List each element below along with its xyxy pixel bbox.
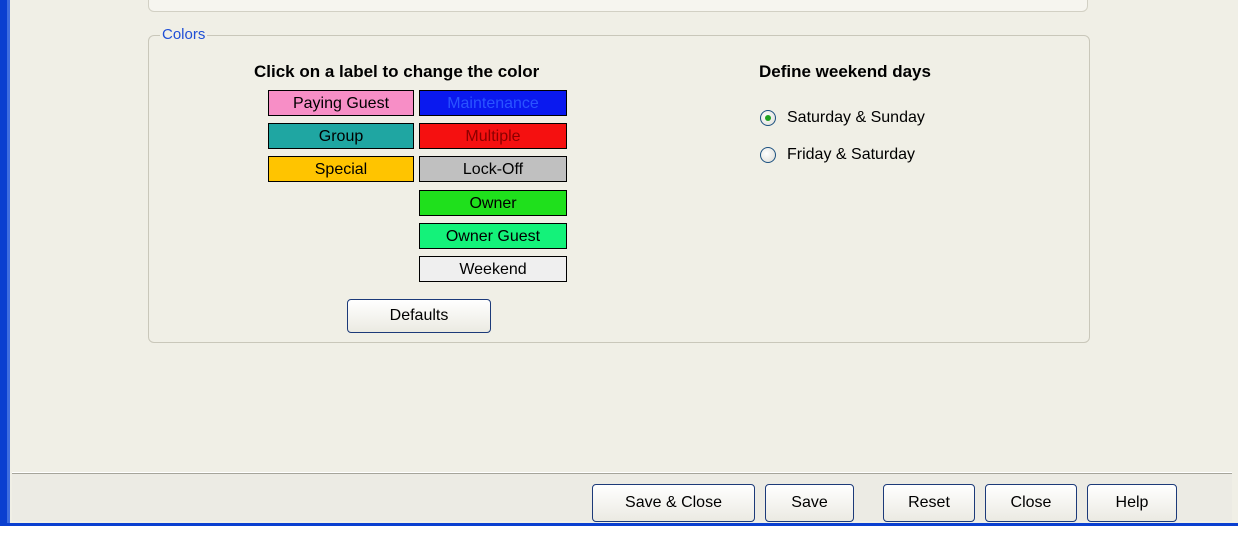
weekend-option-saturday-sunday[interactable]: Saturday & Sunday (760, 109, 925, 127)
window-border-right (1238, 0, 1251, 541)
weekend-option-label: Saturday & Sunday (787, 109, 925, 126)
radio-selected-icon[interactable] (760, 110, 776, 126)
color-label-maintenance[interactable]: Maintenance (419, 90, 567, 116)
help-button[interactable]: Help (1087, 484, 1177, 522)
defaults-button[interactable]: Defaults (347, 299, 491, 333)
color-label-weekend[interactable]: Weekend (419, 256, 567, 282)
color-label-special[interactable]: Special (268, 156, 414, 182)
radio-unselected-icon[interactable] (760, 147, 776, 163)
color-label-paying-guest[interactable]: Paying Guest (268, 90, 414, 116)
weekend-option-label: Friday & Saturday (787, 146, 916, 163)
color-label-lock-off[interactable]: Lock-Off (419, 156, 567, 182)
window-border-bottom (0, 523, 1238, 526)
color-heading: Click on a label to change the color (254, 62, 540, 81)
weekend-heading: Define weekend days (759, 62, 931, 81)
color-label-multiple[interactable]: Multiple (419, 123, 567, 149)
color-label-group[interactable]: Group (268, 123, 414, 149)
save-and-close-button[interactable]: Save & Close (592, 484, 755, 522)
upper-group-box (148, 0, 1088, 12)
save-button[interactable]: Save (765, 484, 854, 522)
colors-group-legend: Colors (160, 26, 208, 43)
color-label-owner[interactable]: Owner (419, 190, 567, 216)
close-button[interactable]: Close (985, 484, 1077, 522)
window-border-left (0, 0, 7, 541)
reset-button[interactable]: Reset (883, 484, 975, 522)
color-label-owner-guest[interactable]: Owner Guest (419, 223, 567, 249)
weekend-option-friday-saturday[interactable]: Friday & Saturday (760, 146, 915, 164)
